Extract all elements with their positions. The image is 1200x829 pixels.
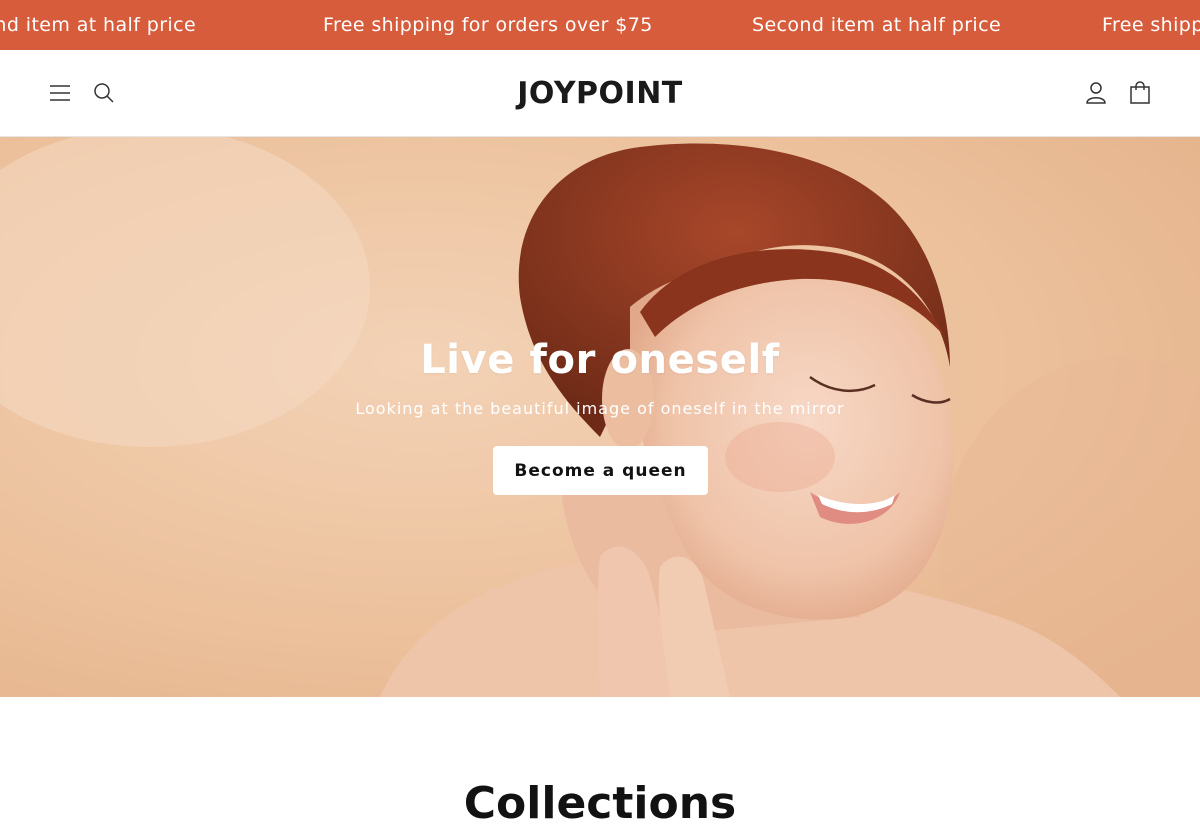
site-logo[interactable]: JOYPOINT: [450, 50, 750, 137]
menu-button[interactable]: [45, 78, 75, 108]
announcement-message: Free shipping for orders over $75: [1102, 14, 1200, 36]
cart-icon: [1130, 81, 1150, 104]
hero-content: Live for oneself Looking at the beautifu…: [0, 137, 1200, 697]
announcement-bar: Second item at half price Free shipping …: [0, 0, 1200, 50]
menu-icon: [50, 85, 70, 101]
hero-title: Live for oneself: [420, 337, 780, 383]
collections-heading: Collections: [463, 778, 737, 829]
site-header: JOYPOINT: [0, 50, 1200, 137]
announcement-message: Second item at half price: [752, 14, 1002, 36]
announcement-message: Second item at half price: [0, 14, 197, 36]
search-button[interactable]: [89, 78, 119, 108]
search-icon: [94, 83, 114, 103]
hero-subtitle: Looking at the beautiful image of onesel…: [355, 399, 845, 418]
account-button[interactable]: [1081, 78, 1111, 108]
cart-button[interactable]: [1125, 78, 1155, 108]
become-a-queen-button[interactable]: Become a queen: [493, 446, 708, 495]
account-icon: [1086, 82, 1106, 104]
announcement-message: Free shipping for orders over $75: [323, 14, 653, 36]
hero-banner: Live for oneself Looking at the beautifu…: [0, 137, 1200, 697]
